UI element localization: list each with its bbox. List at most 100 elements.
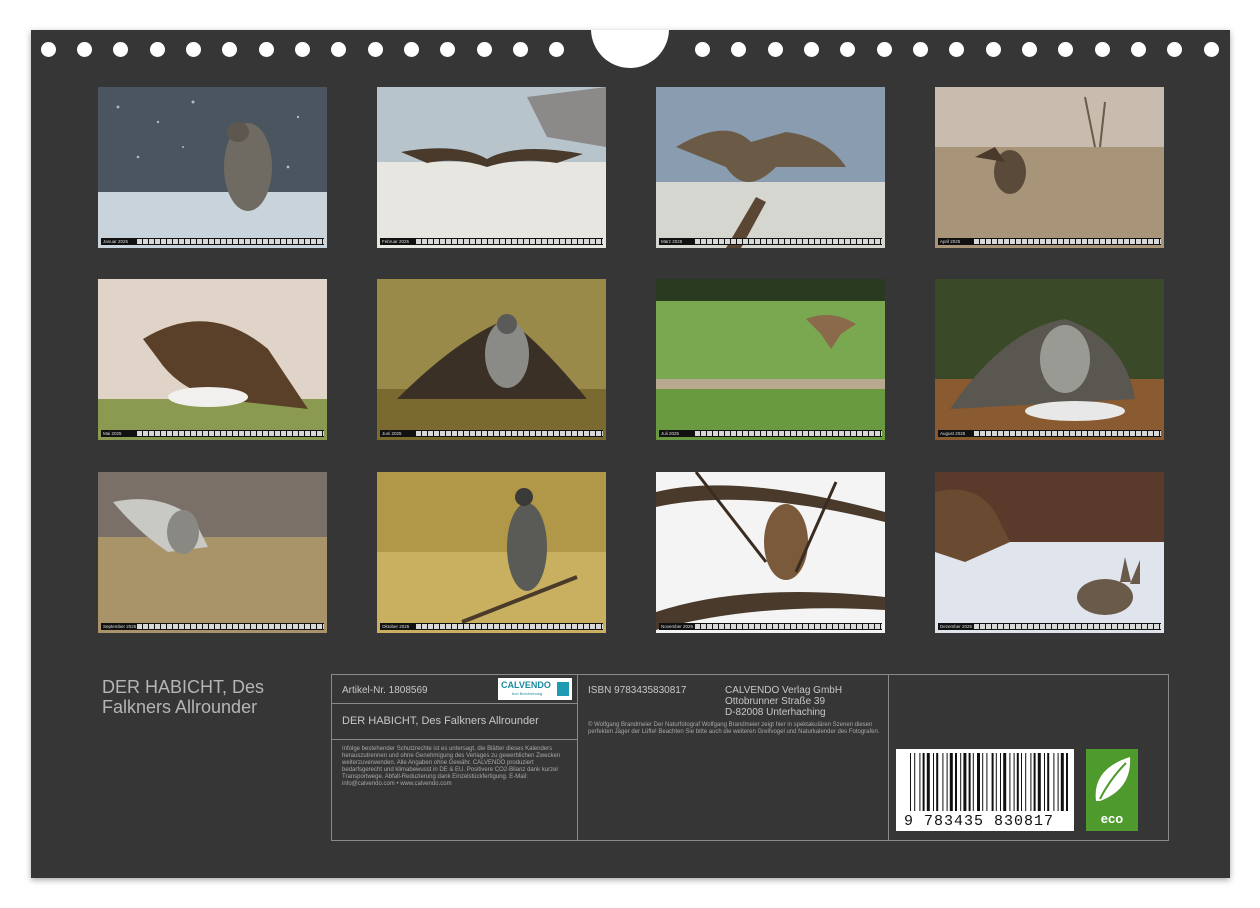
photo-may-image: [98, 279, 327, 440]
brand-tagline: bon Bercheinung: [512, 691, 543, 696]
calendar-strip: September 2025: [101, 623, 324, 630]
photo-october-image: [377, 472, 606, 633]
month-photo-february: Februar 2025: [377, 87, 606, 248]
binding-hole: [331, 42, 346, 57]
month-photo-may: Mai 2025: [98, 279, 327, 440]
barcode-number: 9 783435 830817: [904, 813, 1055, 830]
binding-hole: [1204, 42, 1219, 57]
month-photo-june: Juni 2025: [377, 279, 606, 440]
binding-hole: [404, 42, 419, 57]
day-cells: [416, 624, 603, 629]
month-photo-october: Oktober 2025: [377, 472, 606, 633]
eco-label: eco: [1100, 811, 1124, 826]
binding-hole: [186, 42, 201, 57]
barcode-bar: [982, 753, 984, 811]
divider: [332, 703, 577, 704]
binding-hole: [768, 42, 783, 57]
photo-november-image: [656, 472, 885, 633]
binding-hole: [840, 42, 855, 57]
binding-hole: [1095, 42, 1110, 57]
barcode-bar: [972, 753, 974, 811]
photo-january-image: [98, 87, 327, 248]
day-cells: [695, 624, 882, 629]
barcode-bar: [1044, 753, 1045, 811]
binding-hole: [949, 42, 964, 57]
barcode-bar: [933, 753, 934, 811]
barcode-bar: [991, 753, 994, 811]
binding-hole: [113, 42, 128, 57]
calendar-title: DER HABICHT, Des Falkners Allrounder: [102, 677, 265, 717]
day-cells: [695, 431, 882, 436]
barcode-bar: [1021, 753, 1022, 811]
barcode-bar: [1060, 753, 1064, 811]
barcode-bar: [922, 753, 925, 811]
barcode-bar: [995, 753, 997, 811]
book-icon: [557, 682, 569, 696]
binding-hole: [150, 42, 165, 57]
barcode-bar: [1003, 753, 1007, 811]
calendar-strip: Mai 2025: [101, 430, 324, 437]
day-cells: [416, 431, 603, 436]
month-photo-september: September 2025: [98, 472, 327, 633]
month-photo-august: August 2025: [935, 279, 1164, 440]
divider: [332, 739, 577, 740]
hanger-notch: [591, 30, 669, 68]
month-photo-january: Januar 2025: [98, 87, 327, 248]
day-cells: [137, 624, 324, 629]
photo-february-image: [377, 87, 606, 248]
barcode-bar: [926, 753, 930, 811]
photo-september-image: [98, 472, 327, 633]
binding-hole: [477, 42, 492, 57]
info-column-barcode: 9 783435 830817 eco: [890, 675, 1168, 840]
barcode-bar: [968, 753, 971, 811]
month-label: Mai 2025: [103, 431, 122, 436]
month-label: Juli 2025: [661, 431, 680, 436]
month-label: Juni 2025: [382, 431, 402, 436]
calendar-strip: Februar 2025: [380, 238, 603, 245]
product-subtitle: DER HABICHT, Des Falkners Allrounder: [342, 715, 539, 727]
photographer-description: © Wolfgang Brandmeier Der Naturfotograf …: [588, 722, 880, 735]
photo-march-image: [656, 87, 885, 248]
photo-july-image: [656, 279, 885, 440]
month-label: März 2025: [661, 239, 683, 244]
calendar-strip: November 2025: [659, 623, 882, 630]
calendar-strip: Dezember 2025: [938, 623, 1161, 630]
barcode-bar: [946, 753, 948, 811]
binding-hole: [804, 42, 819, 57]
barcode-bar: [1047, 753, 1050, 811]
binding-hole: [1022, 42, 1037, 57]
day-cells: [974, 239, 1161, 244]
binding-hole: [1167, 42, 1182, 57]
binding-hole: [549, 42, 564, 57]
month-label: Februar 2025: [382, 239, 410, 244]
calendar-strip: Juli 2025: [659, 430, 882, 437]
barcode-bar: [1030, 753, 1032, 811]
barcode-bar: [949, 753, 953, 811]
month-photo-march: März 2025: [656, 87, 885, 248]
isbn: ISBN 9783435830817: [588, 685, 687, 696]
product-info-panel: Artikel-Nr. 1808569 CALVENDO bon Berchei…: [331, 674, 1169, 841]
binding-hole: [41, 42, 56, 57]
barcode-bar: [963, 753, 967, 811]
binding-hole: [877, 42, 892, 57]
barcode-bar: [960, 753, 962, 811]
day-cells: [974, 431, 1161, 436]
calendar-back-cover: Januar 2025 Februar 2025 März 2025 April…: [31, 30, 1230, 878]
barcode-bar: [936, 753, 939, 811]
barcode-bar: [1053, 753, 1055, 811]
month-photo-november: November 2025: [656, 472, 885, 633]
barcode-bar: [910, 753, 911, 811]
barcode-bar: [986, 753, 988, 811]
calendar-strip: Juni 2025: [380, 430, 603, 437]
binding-hole: [695, 42, 710, 57]
barcode-bar: [1057, 753, 1059, 811]
barcode-bar: [914, 753, 916, 811]
binding-hole: [1131, 42, 1146, 57]
month-photo-december: Dezember 2025: [935, 472, 1164, 633]
binding-hole: [986, 42, 1001, 57]
month-label: Dezember 2025: [940, 624, 973, 629]
photo-june-image: [377, 279, 606, 440]
month-label: August 2025: [940, 431, 966, 436]
binding-hole: [731, 42, 746, 57]
publisher-city: D-82008 Unterhaching: [725, 707, 826, 718]
